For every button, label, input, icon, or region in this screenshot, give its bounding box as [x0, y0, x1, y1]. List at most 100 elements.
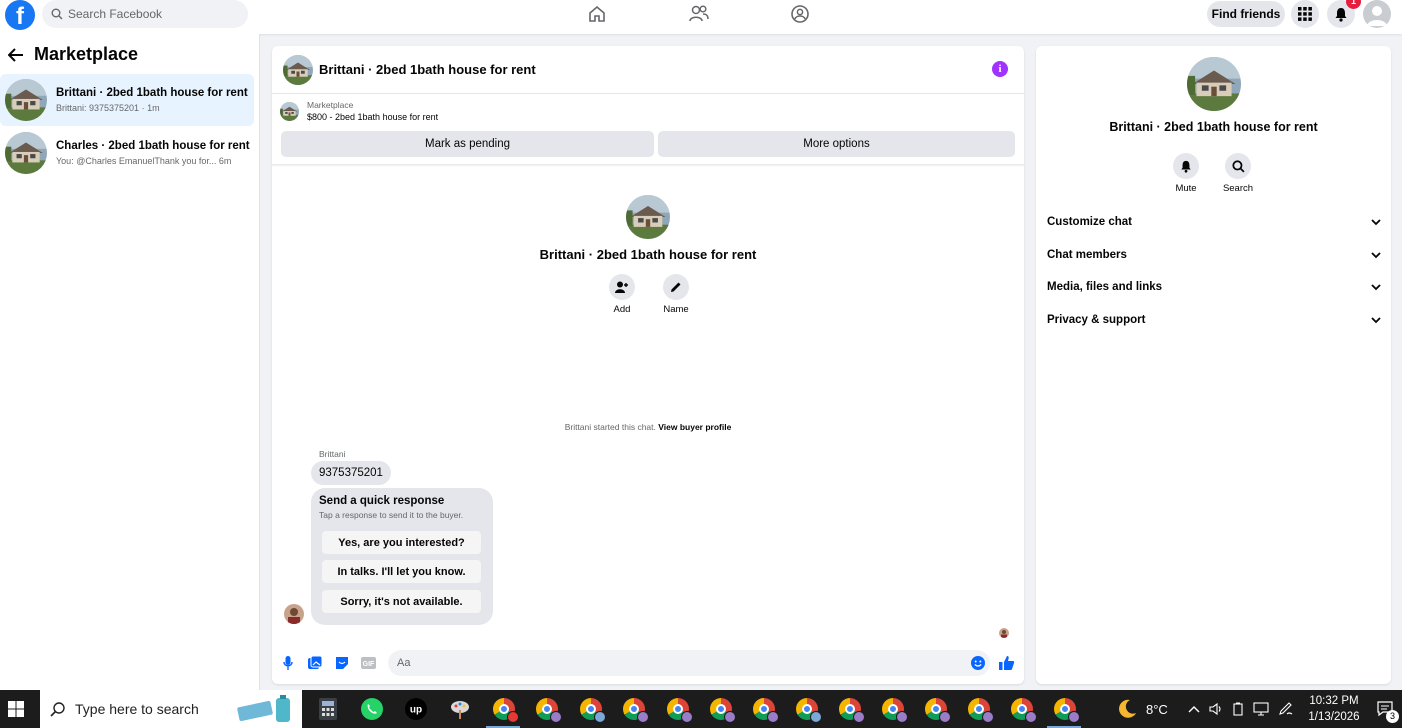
- chrome-profile-icon[interactable]: [750, 695, 779, 723]
- customize-chat-section[interactable]: Customize chat: [1047, 216, 1381, 228]
- conversation-sidebar: Marketplace Brittani · 2bed 1bath house …: [0, 34, 260, 690]
- chrome-profile-icon[interactable]: [707, 695, 736, 723]
- message-placeholder: Aa: [397, 657, 411, 669]
- quick-reply-button[interactable]: Sorry, it's not available.: [322, 590, 481, 613]
- section-label: Media, files and links: [1047, 281, 1163, 293]
- conversation-name: Charles · 2bed 1bath house for rent: [56, 140, 250, 152]
- system-clock[interactable]: 10:32 PM 1/13/2026: [1296, 693, 1372, 725]
- listing-summary[interactable]: Marketplace $800 - 2bed 1bath house for …: [280, 100, 438, 122]
- chrome-profile-icon[interactable]: [793, 695, 822, 723]
- more-options-button[interactable]: More options: [658, 131, 1015, 157]
- action-center-button[interactable]: 3: [1376, 690, 1399, 728]
- back-arrow-icon[interactable]: [8, 47, 24, 62]
- chat-started-notice: Brittani started this chat. View buyer p…: [272, 422, 1024, 432]
- sender-name: Brittani: [319, 449, 346, 459]
- chevron-down-icon: [1371, 251, 1381, 258]
- friends-icon[interactable]: [687, 2, 711, 26]
- chevron-down-icon: [1371, 316, 1381, 323]
- media-files-links-section[interactable]: Media, files and links: [1047, 281, 1381, 293]
- quick-reply-button[interactable]: In talks. I'll let you know.: [322, 560, 481, 583]
- account-avatar[interactable]: [1363, 0, 1391, 28]
- conversation-item-charles[interactable]: Charles · 2bed 1bath house for rent You:…: [0, 127, 254, 179]
- network-icon[interactable]: [1253, 702, 1269, 716]
- mark-as-pending-button[interactable]: Mark as pending: [281, 131, 654, 157]
- chat-members-section[interactable]: Chat members: [1047, 249, 1381, 261]
- privacy-support-section[interactable]: Privacy & support: [1047, 314, 1381, 326]
- like-thumb-icon[interactable]: [999, 655, 1015, 671]
- mute-button[interactable]: Mute: [1172, 153, 1200, 194]
- emoji-icon[interactable]: [970, 655, 986, 671]
- view-buyer-profile-link[interactable]: View buyer profile: [658, 422, 731, 432]
- chrome-profile-icon[interactable]: [620, 695, 649, 723]
- notification-badge: 1: [1346, 0, 1361, 9]
- chrome-profile-icon[interactable]: [836, 695, 865, 723]
- chat-header: Brittani · 2bed 1bath house for rent i: [272, 46, 1024, 94]
- quick-response-card: Send a quick response Tap a response to …: [311, 488, 493, 625]
- upwork-app-icon[interactable]: up: [402, 695, 430, 723]
- quick-reply-button[interactable]: Yes, are you interested?: [322, 531, 481, 554]
- message-bubble[interactable]: 9375375201: [311, 461, 391, 485]
- taskbar-search-placeholder: Type here to search: [75, 701, 199, 717]
- chat-title[interactable]: Brittani · 2bed 1bath house for rent: [319, 62, 536, 77]
- search-in-chat-button[interactable]: Search: [1223, 153, 1253, 194]
- chrome-profile-icon[interactable]: [1051, 695, 1080, 723]
- listing-avatar: [5, 79, 47, 121]
- chrome-profile-icon[interactable]: [1008, 695, 1037, 723]
- chrome-app-icon[interactable]: [490, 695, 519, 723]
- conversation-preview: Brittani: 9375375201 · 1m: [56, 103, 160, 113]
- top-navigation-bar: f Search Facebook Find friends 1: [0, 0, 1402, 34]
- chrome-profile-icon[interactable]: [664, 695, 693, 723]
- find-friends-button[interactable]: Find friends: [1207, 1, 1285, 27]
- mute-label: Mute: [1175, 183, 1197, 194]
- chat-intro-name: Brittani · 2bed 1bath house for rent: [539, 247, 757, 262]
- battery-icon[interactable]: [1232, 702, 1244, 716]
- windows-start-icon[interactable]: [2, 695, 30, 723]
- message-composer: GIF Aa: [272, 646, 1024, 680]
- name-label: Name: [663, 304, 689, 315]
- pen-icon[interactable]: [1278, 702, 1294, 716]
- message-input[interactable]: Aa: [388, 650, 990, 676]
- home-icon[interactable]: [585, 2, 609, 26]
- travel-illustration-icon: [237, 695, 290, 722]
- notifications-button[interactable]: 1: [1327, 0, 1361, 28]
- chrome-profile-icon[interactable]: [533, 695, 562, 723]
- bell-icon: [1181, 160, 1191, 173]
- gif-icon[interactable]: GIF: [360, 655, 376, 671]
- chrome-profile-icon[interactable]: [577, 695, 606, 723]
- info-icon[interactable]: i: [992, 61, 1008, 77]
- started-text: Brittani started this chat.: [564, 422, 656, 432]
- menu-grid-icon[interactable]: [1291, 0, 1319, 28]
- groups-icon[interactable]: [788, 2, 812, 26]
- taskbar-search-input[interactable]: Type here to search: [40, 690, 302, 728]
- weather-temperature: 8°C: [1146, 701, 1168, 717]
- search-label: Search: [1222, 183, 1254, 194]
- paint-app-icon[interactable]: [446, 695, 474, 723]
- search-icon: [50, 702, 65, 717]
- chrome-profile-icon[interactable]: [922, 695, 951, 723]
- chat-avatar[interactable]: [283, 55, 313, 85]
- clock-time: 10:32 PM: [1309, 695, 1359, 707]
- seen-receipt-avatar: [999, 628, 1009, 638]
- chrome-profile-icon[interactable]: [965, 695, 994, 723]
- search-icon: [1231, 159, 1245, 173]
- sticker-icon[interactable]: [334, 655, 350, 671]
- chevron-up-icon[interactable]: [1188, 705, 1200, 713]
- chat-intro-avatar: [626, 195, 670, 239]
- chrome-profile-icon[interactable]: [879, 695, 908, 723]
- notification-count-badge: 3: [1386, 710, 1399, 723]
- add-people-button[interactable]: Add: [608, 274, 636, 315]
- listing-thumbnail: [280, 102, 299, 121]
- weather-widget[interactable]: 8°C: [1116, 690, 1168, 728]
- search-facebook-input[interactable]: Search Facebook: [42, 0, 248, 28]
- volume-icon[interactable]: [1209, 702, 1223, 716]
- conversation-item-brittani[interactable]: Brittani · 2bed 1bath house for rent Bri…: [0, 74, 254, 126]
- moon-icon: [1119, 699, 1136, 718]
- facebook-logo-icon[interactable]: f: [5, 0, 35, 30]
- details-avatar[interactable]: [1187, 57, 1241, 111]
- name-chat-button[interactable]: Name: [662, 274, 690, 315]
- whatsapp-app-icon[interactable]: [358, 695, 386, 723]
- calculator-app-icon[interactable]: [314, 695, 342, 723]
- microphone-icon[interactable]: [280, 655, 296, 671]
- photo-icon[interactable]: [307, 655, 323, 671]
- clock-date: 1/13/2026: [1308, 711, 1360, 723]
